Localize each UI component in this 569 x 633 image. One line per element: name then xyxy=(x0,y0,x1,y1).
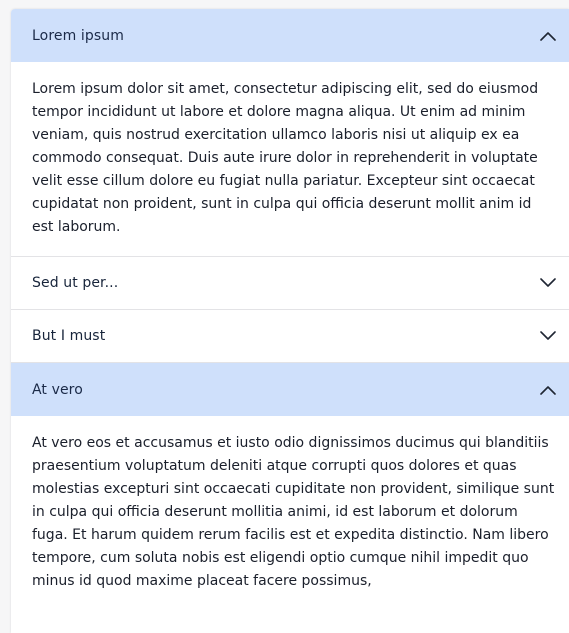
accordion: Lorem ipsum Lorem ipsum dolor sit amet, … xyxy=(11,9,569,633)
chevron-up-icon[interactable] xyxy=(539,27,557,45)
chevron-down-icon[interactable] xyxy=(539,274,557,292)
accordion-panel-at-vero: At vero eos et accusamus et iusto odio d… xyxy=(11,416,569,633)
accordion-header-sed-ut-per[interactable]: Sed ut per... xyxy=(11,257,569,310)
accordion-panel-text: At vero eos et accusamus et iusto odio d… xyxy=(32,435,555,589)
accordion-panel-lorem-ipsum: Lorem ipsum dolor sit amet, consectetur … xyxy=(11,62,569,257)
accordion-header-lorem-ipsum[interactable]: Lorem ipsum xyxy=(11,9,569,62)
accordion-header-at-vero[interactable]: At vero xyxy=(11,363,569,416)
accordion-header-but-i-must[interactable]: But I must xyxy=(11,310,569,363)
chevron-down-icon[interactable] xyxy=(539,327,557,345)
accordion-title: Sed ut per... xyxy=(32,275,119,291)
accordion-title: But I must xyxy=(32,328,106,344)
accordion-panel-text: Lorem ipsum dolor sit amet, consectetur … xyxy=(32,81,539,235)
chevron-up-icon[interactable] xyxy=(539,381,557,399)
accordion-title: At vero xyxy=(32,381,83,398)
accordion-title: Lorem ipsum xyxy=(32,27,124,44)
